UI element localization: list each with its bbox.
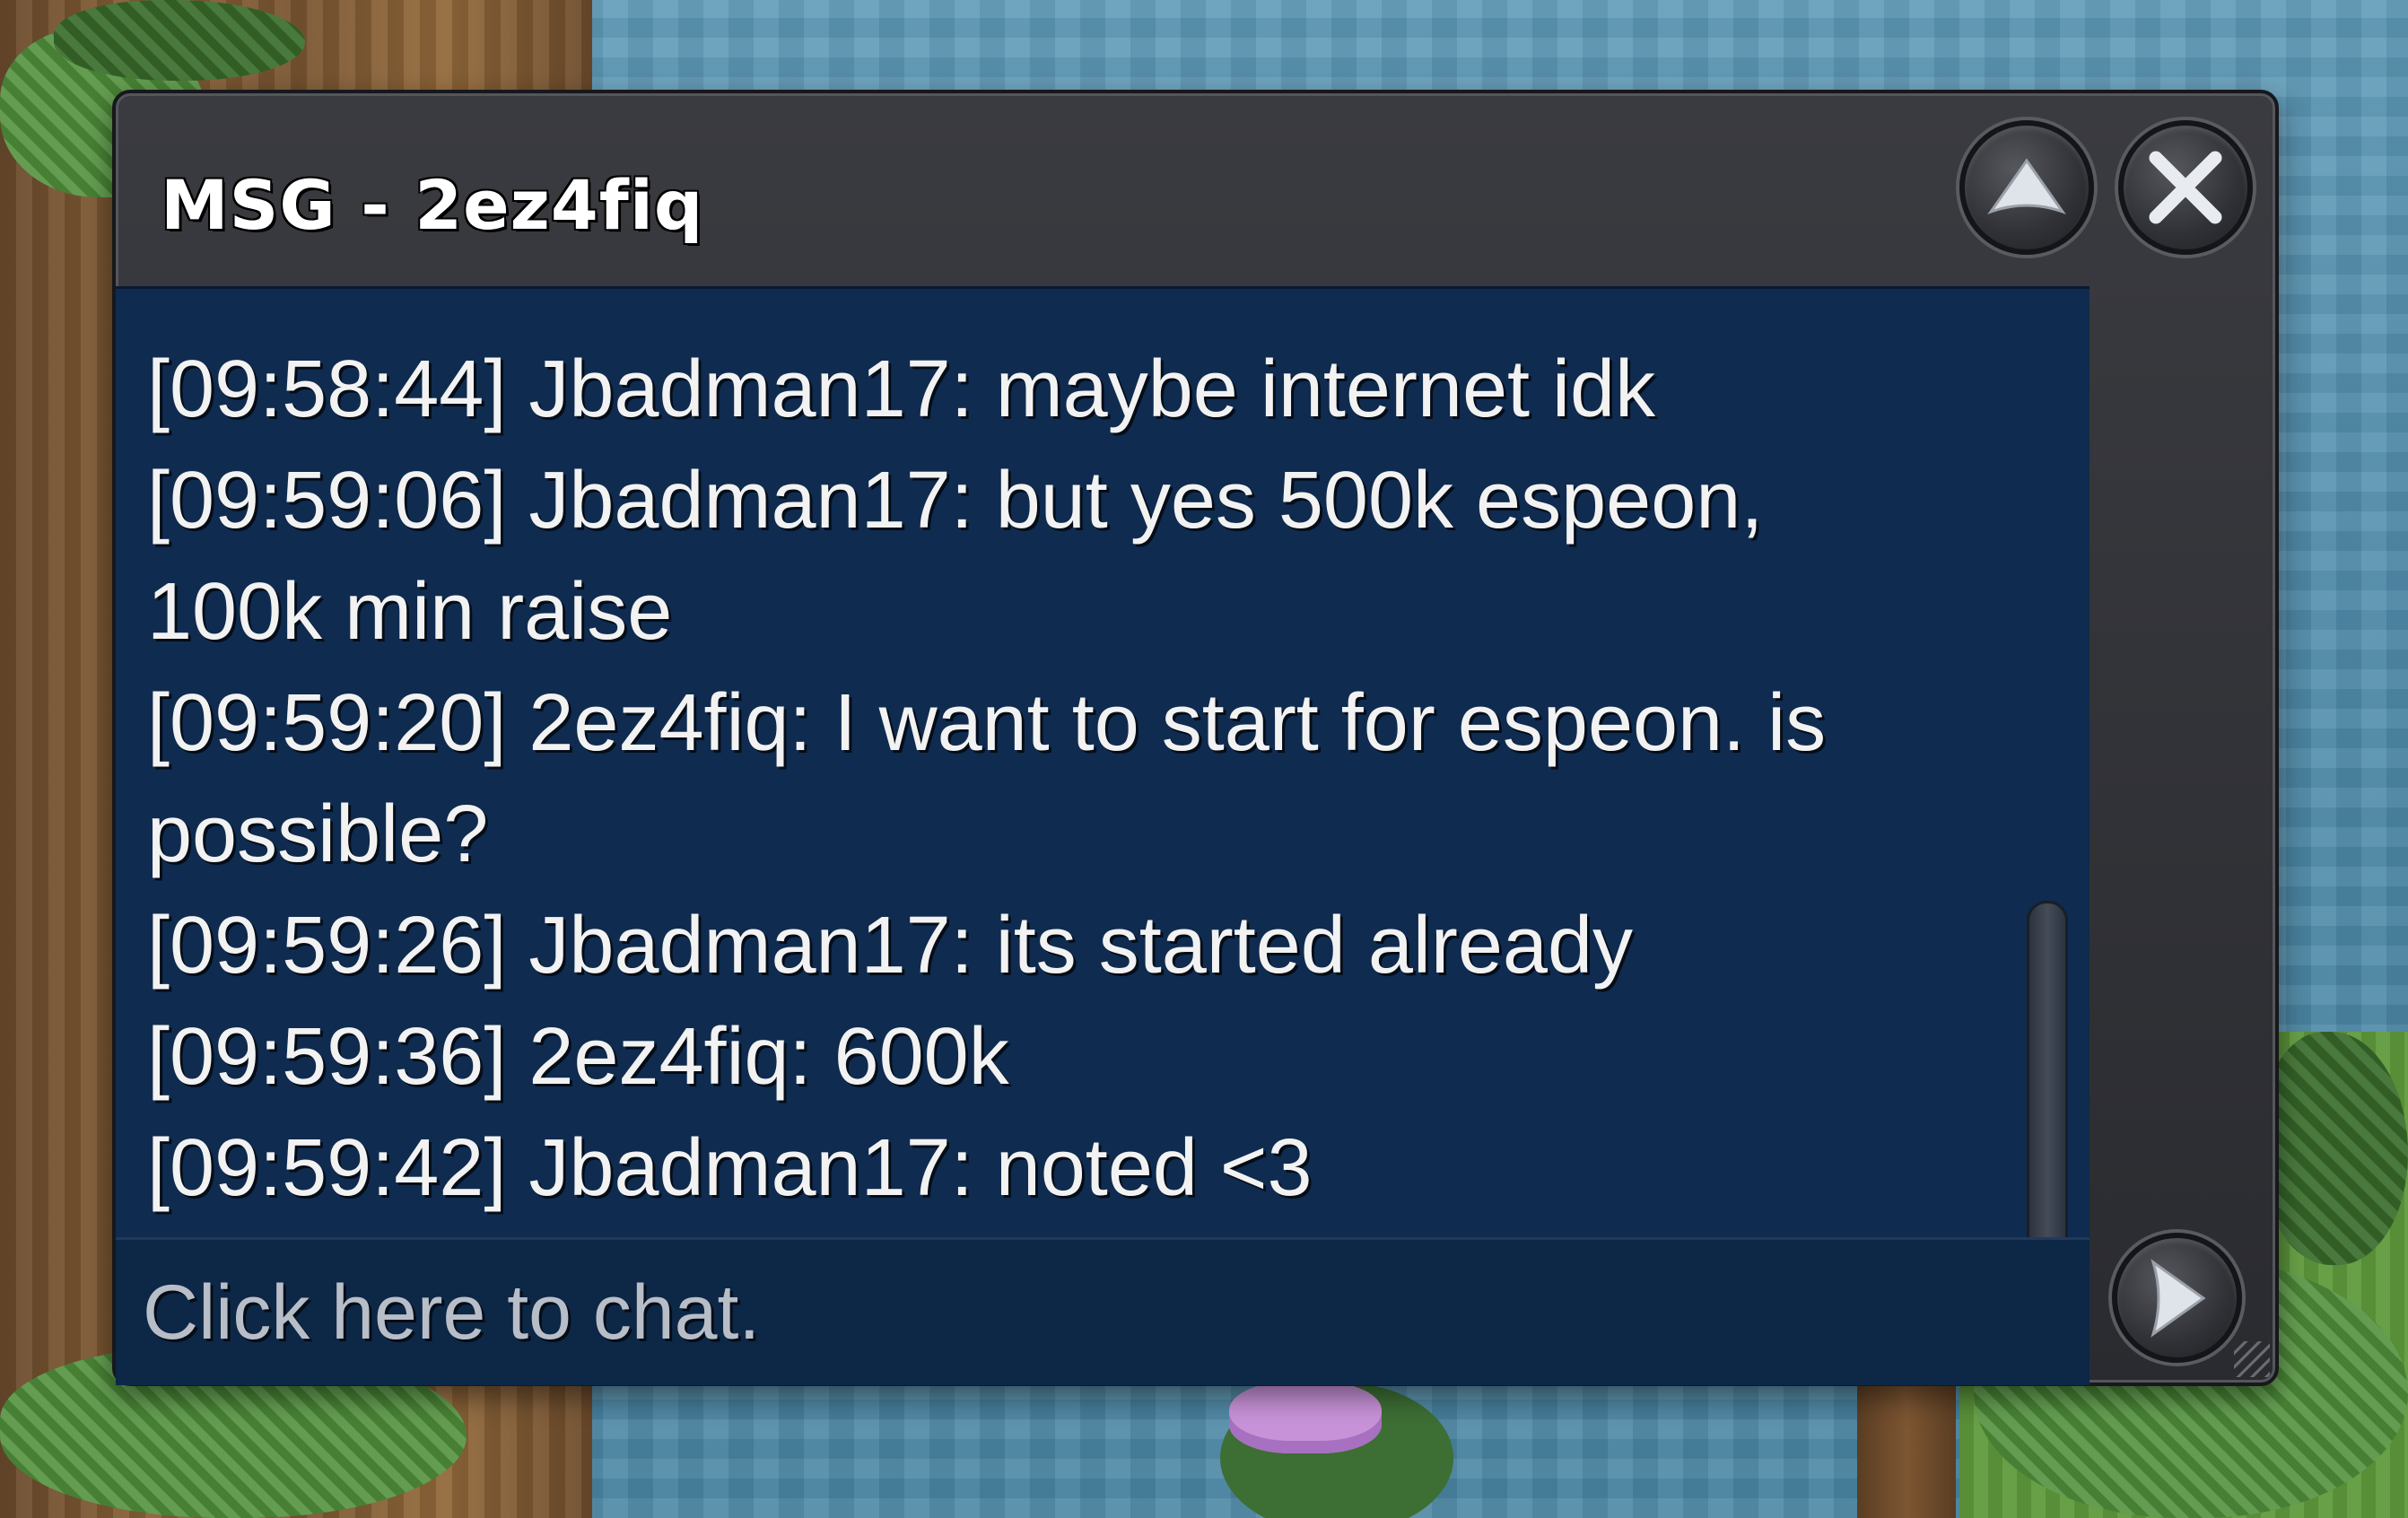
x-icon (2149, 151, 2222, 224)
send-button[interactable] (2112, 1233, 2242, 1363)
chat-message: [09:59:20] 2ez4fiq: I want to start for … (147, 678, 1827, 879)
message-scrollbar[interactable] (2027, 901, 2068, 1296)
chat-message: [09:58:44] Jbadman17: maybe internet idk (147, 345, 1656, 434)
chat-input[interactable] (141, 1258, 2064, 1367)
resize-grip[interactable] (2234, 1341, 2270, 1377)
chat-message: [09:59:42] Jbadman17: noted <3 (147, 1123, 1313, 1213)
chat-message: [09:59:26] Jbadman17: its started alread… (147, 901, 1634, 990)
chat-input-bar (116, 1237, 2090, 1385)
window-title: MSG - 2ez4fiq (161, 165, 704, 245)
chat-message: [09:59:06] Jbadman17: but yes 500k espeo… (147, 456, 1764, 657)
tree-foliage (54, 0, 305, 81)
triangle-right-icon (2150, 1258, 2206, 1338)
message-list: [09:58:44] Jbadman17: maybe internet idk… (147, 334, 2031, 1224)
message-log[interactable]: [09:58:44] Jbadman17: maybe internet idk… (116, 286, 2090, 1330)
chat-message: [09:59:36] 2ez4fiq: 600k (147, 1012, 1009, 1102)
private-message-window[interactable]: MSG - 2ez4fiq [09:58:44] Jbadman17: mayb… (112, 90, 2279, 1386)
close-button[interactable] (2118, 120, 2253, 255)
window-titlebar[interactable]: MSG - 2ez4fiq (116, 93, 2275, 286)
minimize-button[interactable] (1959, 120, 2094, 255)
lotus-flower (1229, 1382, 1382, 1453)
triangle-up-icon (1987, 158, 2066, 214)
